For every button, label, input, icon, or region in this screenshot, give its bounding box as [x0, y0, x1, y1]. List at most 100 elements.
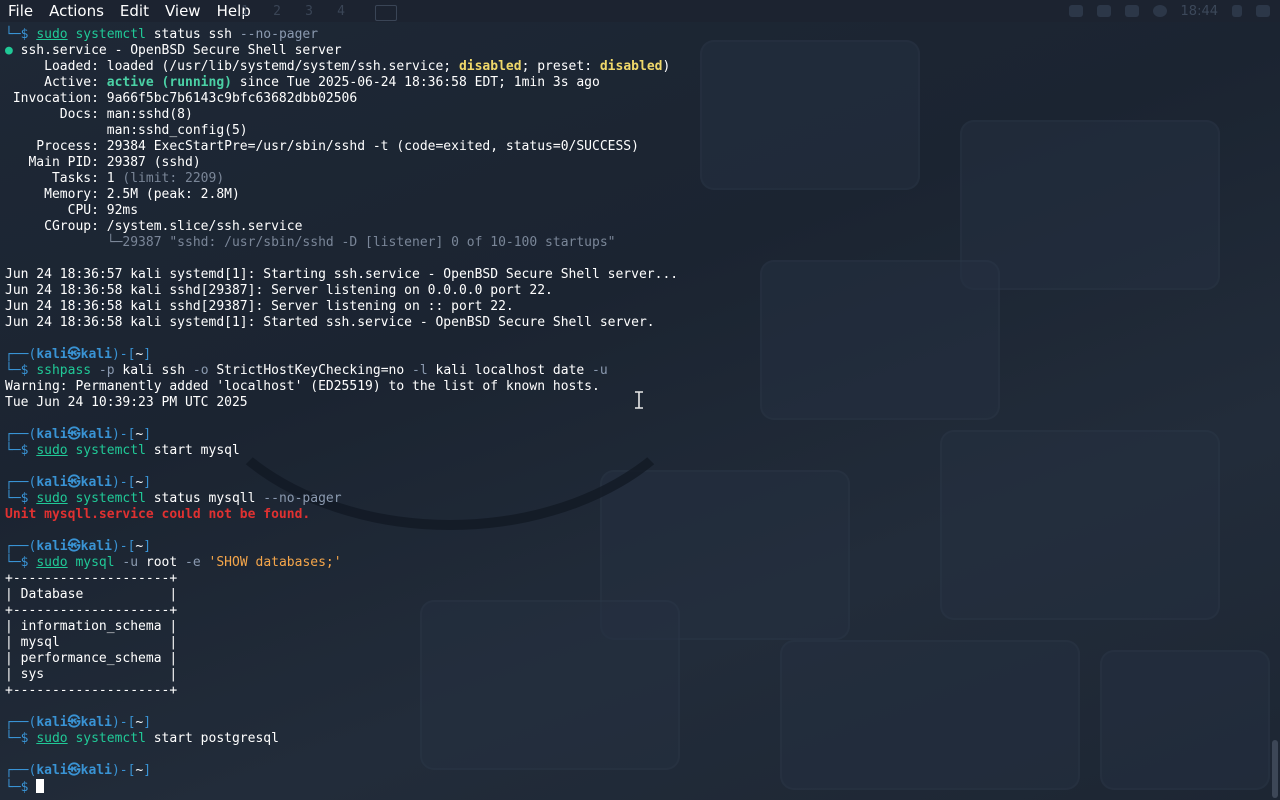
terminal-text: Docs: man:sshd(8): [5, 107, 193, 122]
menu-file[interactable]: File: [0, 0, 41, 22]
terminal-text: kali㉿kali: [36, 715, 112, 730]
terminal-line: └─$ sshpass -p kali ssh -o StrictHostKey…: [5, 363, 608, 379]
terminal-text: └─$: [5, 731, 37, 746]
terminal-text: ]: [143, 347, 152, 362]
terminal-line: └─$ sudo systemctl status mysqll --no-pa…: [5, 491, 342, 507]
terminal-text: )-[: [111, 475, 136, 490]
terminal-text: ●: [5, 43, 21, 58]
terminal-text: | information_schema |: [5, 619, 178, 634]
terminal-line: CPU: 92ms: [5, 203, 138, 219]
terminal-text: )-[: [111, 715, 136, 730]
terminal-text: systemctl: [67, 731, 154, 746]
terminal-line: Loaded: loaded (/usr/lib/systemd/system/…: [5, 59, 670, 75]
terminal-text: root: [138, 555, 178, 570]
terminal-text: --no-pager: [239, 27, 319, 42]
terminal-line: Docs: man:sshd(8): [5, 107, 193, 123]
terminal-line: | performance_schema |: [5, 651, 177, 667]
network-icon[interactable]: [1152, 5, 1167, 17]
terminal-text: sudo: [36, 443, 68, 458]
terminal-text: -u: [114, 555, 139, 570]
terminal-text: )-[: [111, 347, 136, 362]
terminal-text: -o: [185, 363, 209, 378]
terminal-line: └─$ sudo systemctl start mysql: [5, 443, 240, 459]
terminal-text: -l: [404, 363, 428, 378]
terminal-text: sudo: [36, 27, 68, 42]
terminal-scrollbar[interactable]: [1272, 740, 1278, 798]
terminal-line: Jun 24 18:36:57 kali systemd[1]: Startin…: [5, 267, 678, 283]
terminal-line: +--------------------+: [5, 603, 177, 619]
terminal-text: ssh.service - OpenBSD Secure Shell serve…: [20, 43, 342, 58]
menu-view[interactable]: View: [157, 0, 209, 22]
terminal-line: | mysql |: [5, 635, 177, 651]
power-icon[interactable]: [1256, 5, 1270, 17]
volume-icon[interactable]: [1096, 5, 1111, 17]
terminal-line: | information_schema |: [5, 619, 177, 635]
terminal-text: ]: [143, 427, 152, 442]
terminal-line: CGroup: /system.slice/ssh.service: [5, 219, 302, 235]
text-cursor-icon: [635, 391, 643, 409]
terminal-text: start mysql: [153, 443, 240, 458]
terminal-line: +--------------------+: [5, 683, 177, 699]
terminal-text: ]: [143, 763, 152, 778]
terminal-text: kali㉿kali: [36, 475, 112, 490]
terminal-text: systemctl: [67, 27, 154, 42]
terminal-text: Main PID: 29387 (sshd): [5, 155, 201, 170]
terminal-text: systemctl: [67, 491, 154, 506]
terminal-launcher-icon[interactable]: [375, 5, 397, 21]
terminal-cursor: [36, 779, 45, 793]
terminal-text: start postgresql: [153, 731, 279, 746]
terminal-text: active (running): [106, 75, 232, 90]
terminal-text: Memory: 2.5M (peak: 2.8M): [5, 187, 240, 202]
terminal-line: Jun 24 18:36:58 kali systemd[1]: Started…: [5, 315, 655, 331]
menu-edit[interactable]: Edit: [112, 0, 157, 22]
terminal-text: ┌──(: [5, 715, 37, 730]
terminal-line: | Database |: [5, 587, 177, 603]
notification-bell-icon[interactable]: [1124, 5, 1139, 17]
terminal-text: disabled: [599, 59, 663, 74]
terminal-text: Warning: Permanently added 'localhost' (…: [5, 379, 600, 394]
terminal-text: -e: [177, 555, 201, 570]
terminal-line: └─29387 "sshd: /usr/sbin/sshd -D [listen…: [5, 235, 616, 251]
terminal-text: ; preset:: [521, 59, 600, 74]
terminal-text: ]: [143, 475, 152, 490]
display-icon[interactable]: [1068, 5, 1083, 17]
terminal-line: Process: 29384 ExecStartPre=/usr/sbin/ss…: [5, 139, 639, 155]
terminal-text: (limit: 2209): [122, 171, 225, 186]
terminal-line: ┌──(kali㉿kali)-[~]: [5, 715, 151, 731]
terminal-text: sudo: [36, 731, 68, 746]
terminal-text: since Tue 2025-06-24 18:36:58 EDT; 1min …: [231, 75, 600, 90]
terminal-text: CPU: 92ms: [5, 203, 139, 218]
terminal-output[interactable]: └─$ sudo systemctl status ssh --no-pager…: [5, 27, 1270, 797]
workspace-1[interactable]: 1: [236, 4, 254, 19]
terminal-line: Tue Jun 24 10:39:23 PM UTC 2025: [5, 395, 248, 411]
terminal-line: Active: active (running) since Tue 2025-…: [5, 75, 600, 91]
terminal-text: └─$: [5, 491, 37, 506]
workspace-4[interactable]: 4: [332, 4, 350, 19]
terminal-text: kali ssh: [114, 363, 186, 378]
terminal-text: | sys |: [5, 667, 178, 682]
terminal-text: Jun 24 18:36:58 kali sshd[29387]: Server…: [5, 299, 514, 314]
terminal-line: ● ssh.service - OpenBSD Secure Shell ser…: [5, 43, 342, 59]
clock[interactable]: 18:44: [1181, 4, 1218, 19]
terminal-line: Memory: 2.5M (peak: 2.8M): [5, 187, 240, 203]
menu-actions[interactable]: Actions: [41, 0, 112, 22]
terminal-text: Tue Jun 24 10:39:23 PM UTC 2025: [5, 395, 248, 410]
system-tray: 18:44: [1068, 0, 1270, 22]
terminal-text: )-[: [111, 763, 136, 778]
terminal-text: kali㉿kali: [36, 347, 112, 362]
terminal-text: Jun 24 18:36:58 kali systemd[1]: Started…: [5, 315, 655, 330]
terminal-text: Jun 24 18:36:57 kali systemd[1]: Startin…: [5, 267, 679, 282]
workspace-switcher: 1 2 3 4: [236, 4, 350, 19]
terminal-text: Process: 29384 ExecStartPre=/usr/sbin/ss…: [5, 139, 639, 154]
workspace-3[interactable]: 3: [300, 4, 318, 19]
terminal-text: systemctl: [67, 443, 154, 458]
terminal-text: ┌──(: [5, 347, 37, 362]
lock-icon[interactable]: [1232, 5, 1242, 17]
terminal-text: man:sshd_config(5): [5, 123, 248, 138]
terminal-text: ]: [143, 715, 152, 730]
terminal-text: └─$: [5, 443, 37, 458]
workspace-2[interactable]: 2: [268, 4, 286, 19]
terminal-text: Jun 24 18:36:58 kali sshd[29387]: Server…: [5, 283, 553, 298]
terminal-line: Invocation: 9a66f5bc7b6143c9bfc63682dbb0…: [5, 91, 357, 107]
terminal-text: disabled: [458, 59, 522, 74]
